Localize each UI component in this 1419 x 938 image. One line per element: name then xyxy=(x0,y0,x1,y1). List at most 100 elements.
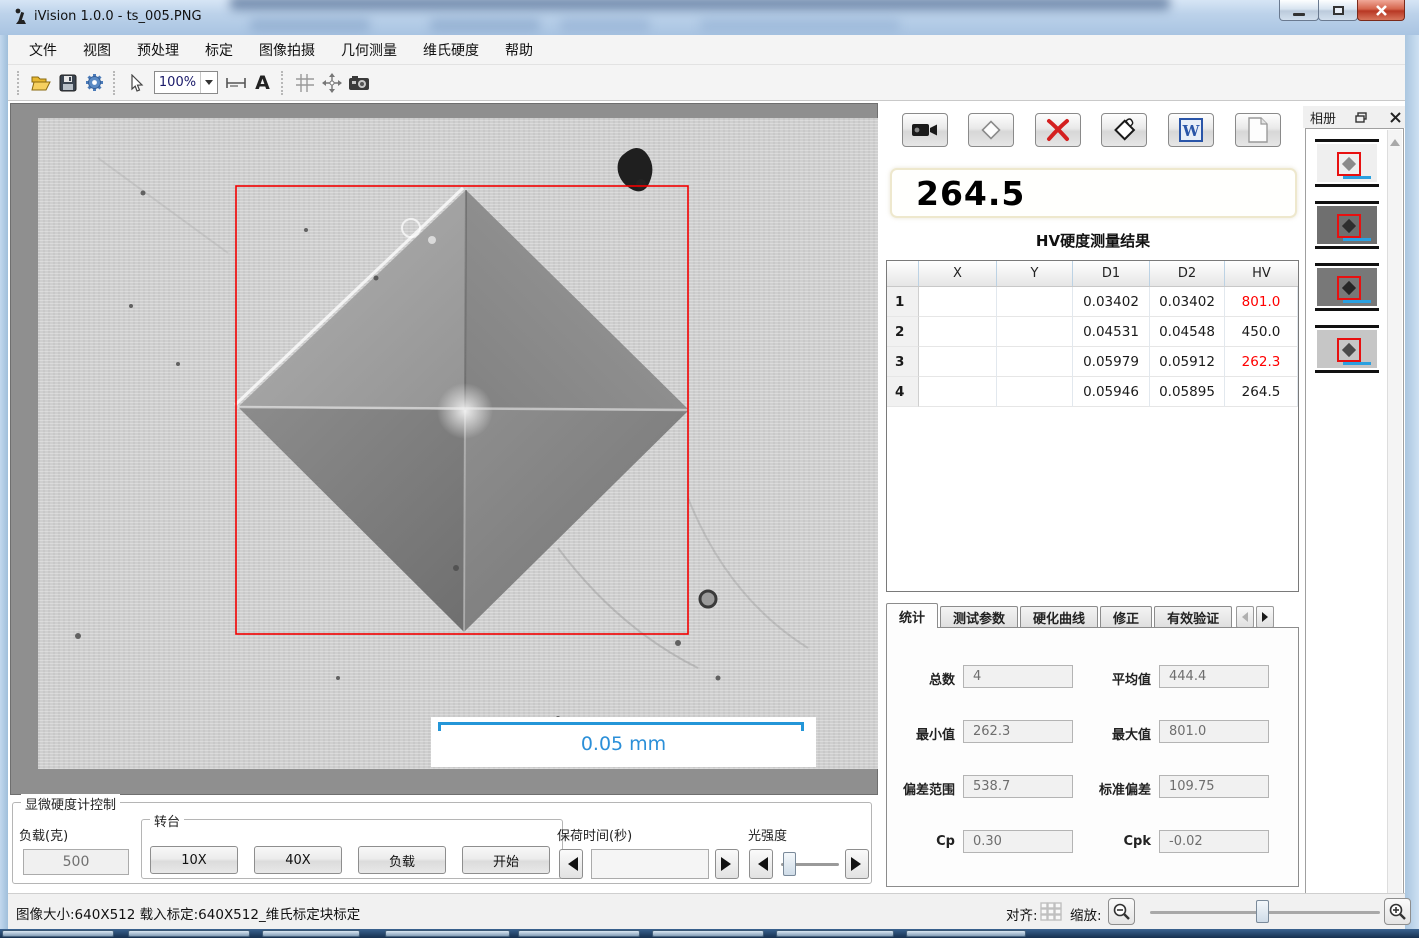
select-cursor-button[interactable] xyxy=(123,69,150,96)
tab-statistics[interactable]: 统计 xyxy=(886,603,938,628)
specimen-image[interactable]: 0.05 mm xyxy=(38,118,878,769)
menu-preprocess[interactable]: 预处理 xyxy=(124,35,192,65)
zoom-slider-thumb[interactable] xyxy=(1256,900,1269,923)
tab-scroll-right-button[interactable] xyxy=(1256,606,1274,628)
cell-hv: 262.3 xyxy=(1225,347,1298,377)
load-position-button[interactable]: 负载 xyxy=(358,846,446,874)
load-input[interactable]: 500 xyxy=(23,849,129,875)
zoom-level-combobox[interactable]: 100% xyxy=(154,71,218,94)
stat-min-value[interactable]: 262.3 xyxy=(963,720,1073,743)
table-row[interactable]: 4 0.05946 0.05895 264.5 xyxy=(887,377,1298,407)
live-video-button[interactable] xyxy=(902,113,948,147)
light-decrease-button[interactable] xyxy=(749,849,773,879)
light-slider-thumb[interactable] xyxy=(783,852,796,876)
save-button[interactable] xyxy=(54,69,81,96)
thumbnail-selection xyxy=(1337,214,1361,238)
taskbar-button[interactable] xyxy=(385,930,510,937)
center-crosshair-button[interactable] xyxy=(318,69,345,96)
measure-indent-button[interactable] xyxy=(968,113,1014,147)
stat-total-value[interactable]: 4 xyxy=(963,665,1073,688)
light-increase-button[interactable] xyxy=(845,849,869,879)
stat-cpk-label: Cpk xyxy=(1061,834,1151,849)
scale-bar-label: 0.05 mm xyxy=(431,733,816,755)
tab-correction[interactable]: 修正 xyxy=(1100,606,1152,628)
align-grid-icon[interactable] xyxy=(1040,902,1062,922)
stat-max-value[interactable]: 801.0 xyxy=(1159,720,1269,743)
header-hv: HV xyxy=(1225,261,1298,286)
album-scrollbar[interactable] xyxy=(1387,130,1402,918)
album-thumbnail[interactable] xyxy=(1315,139,1379,187)
toolbar-handle[interactable] xyxy=(17,71,22,95)
album-thumbnail[interactable] xyxy=(1315,263,1379,311)
stat-mean-value[interactable]: 444.4 xyxy=(1159,665,1269,688)
taskbar-button[interactable] xyxy=(776,930,894,937)
open-file-button[interactable] xyxy=(27,69,54,96)
export-word-button[interactable]: W xyxy=(1168,113,1214,147)
camera-capture-button[interactable] xyxy=(345,69,372,96)
restore-button[interactable] xyxy=(1318,0,1358,21)
album-float-button[interactable] xyxy=(1355,112,1367,123)
taskbar-button[interactable] xyxy=(652,930,764,937)
menu-help[interactable]: 帮助 xyxy=(492,35,546,65)
delete-result-button[interactable] xyxy=(1035,113,1081,147)
menu-file[interactable]: 文件 xyxy=(16,35,70,65)
table-row[interactable]: 2 0.04531 0.04548 450.0 xyxy=(887,317,1298,347)
tab-test-parameters[interactable]: 测试参数 xyxy=(940,606,1018,628)
zoom-level-value: 100% xyxy=(155,75,200,90)
stat-cpk-value[interactable]: -0.02 xyxy=(1159,830,1269,853)
dwell-increase-button[interactable] xyxy=(715,849,739,879)
new-report-button[interactable] xyxy=(1235,113,1281,147)
stat-stddev-value[interactable]: 109.75 xyxy=(1159,775,1269,798)
menu-vickers-hardness[interactable]: 维氏硬度 xyxy=(410,35,492,65)
caliper-ruler-icon xyxy=(225,76,247,90)
start-button[interactable]: 开始 xyxy=(462,846,550,874)
titlebar-glass-blur xyxy=(230,0,1170,10)
menu-image-capture[interactable]: 图像拍摄 xyxy=(246,35,328,65)
minimize-button[interactable] xyxy=(1279,0,1319,21)
menu-view[interactable]: 视图 xyxy=(70,35,124,65)
red-x-icon xyxy=(1045,118,1071,142)
toolbar-handle[interactable] xyxy=(113,71,118,95)
measure-ruler-button[interactable] xyxy=(222,69,249,96)
objective-10x-button[interactable]: 10X xyxy=(150,846,238,874)
text-annotation-button[interactable]: A xyxy=(249,69,276,96)
titlebar[interactable]: iVision 1.0.0 - ts_005.PNG xyxy=(0,0,1419,35)
combobox-dropdown[interactable] xyxy=(200,72,217,93)
tab-scroll-left-button[interactable] xyxy=(1236,606,1254,628)
zoom-out-button[interactable] xyxy=(1108,898,1135,925)
table-row[interactable]: 1 0.03402 0.03402 801.0 xyxy=(887,287,1298,317)
window-border-left xyxy=(0,35,8,929)
taskbar-button[interactable] xyxy=(2,930,114,937)
settings-button[interactable] xyxy=(81,69,108,96)
stat-cp-value[interactable]: 0.30 xyxy=(963,830,1073,853)
close-button[interactable] xyxy=(1357,0,1405,21)
taskbar-button[interactable] xyxy=(906,930,1026,937)
hand-diamond-icon xyxy=(1110,117,1138,143)
album-thumbnail[interactable] xyxy=(1315,201,1379,249)
stat-range-value[interactable]: 538.7 xyxy=(963,775,1073,798)
menu-geometry-measure[interactable]: 几何测量 xyxy=(328,35,410,65)
stat-cp-label: Cp xyxy=(865,834,955,849)
arrow-right-icon xyxy=(851,857,868,871)
svg-text:W: W xyxy=(1182,122,1201,140)
thumbnail-scalebar xyxy=(1343,300,1371,303)
toolbar-handle[interactable] xyxy=(281,71,286,95)
taskbar-button[interactable] xyxy=(128,930,250,937)
album-thumbnail[interactable] xyxy=(1315,325,1379,373)
dwell-time-input[interactable] xyxy=(591,849,709,879)
taskbar-button[interactable] xyxy=(262,930,360,937)
save-floppy-icon xyxy=(59,74,77,92)
objective-40x-button[interactable]: 40X xyxy=(254,846,342,874)
tab-hardening-curve[interactable]: 硬化曲线 xyxy=(1020,606,1098,628)
zoom-in-button[interactable] xyxy=(1384,898,1411,925)
row-number: 4 xyxy=(887,377,919,407)
grid-overlay-button[interactable] xyxy=(291,69,318,96)
dwell-decrease-button[interactable] xyxy=(559,849,583,879)
album-close-button[interactable] xyxy=(1390,112,1401,123)
auto-measure-button[interactable] xyxy=(1101,113,1147,147)
camera-icon xyxy=(348,75,370,91)
taskbar-button[interactable] xyxy=(518,930,640,937)
menu-calibration[interactable]: 标定 xyxy=(192,35,246,65)
table-row[interactable]: 3 0.05979 0.05912 262.3 xyxy=(887,347,1298,377)
tab-validation[interactable]: 有效验证 xyxy=(1154,606,1232,628)
